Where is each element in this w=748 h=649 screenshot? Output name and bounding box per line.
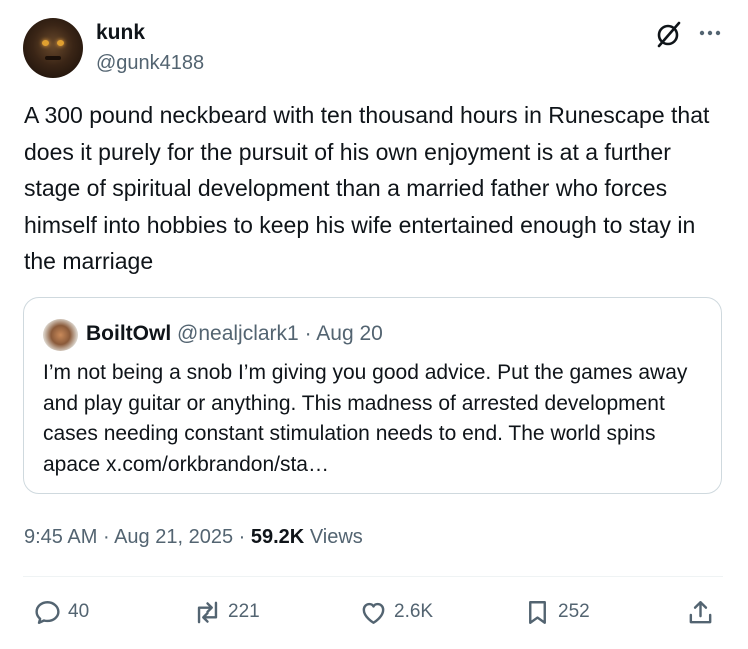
reply-button[interactable]: 40 xyxy=(33,596,89,628)
tweet-text: A 300 pound neckbeard with ten thousand … xyxy=(24,102,710,274)
like-button[interactable]: 2.6K xyxy=(359,596,433,628)
bookmark-button[interactable]: 252 xyxy=(523,596,590,628)
quote-header: BoiltOwl @nealjclark1 · Aug 20 xyxy=(86,320,383,348)
meta-separator: · xyxy=(238,526,246,548)
author-name[interactable]: kunk xyxy=(96,20,145,46)
repost-icon xyxy=(197,601,218,623)
divider xyxy=(23,576,723,577)
author-avatar[interactable] xyxy=(23,18,83,78)
bookmark-icon xyxy=(529,600,546,624)
views-count: 59.2K xyxy=(250,526,305,548)
reply-icon xyxy=(35,600,60,624)
tweet-date[interactable]: Aug 21, 2025 xyxy=(114,526,233,548)
grok-icon[interactable] xyxy=(654,20,684,48)
quote-text: I’m not being a snob I’m giving you good… xyxy=(43,361,688,476)
tweet-meta: 9:45 AM · Aug 21, 2025 · 59.2K Views xyxy=(24,524,363,550)
avatar-eye xyxy=(57,40,64,46)
repost-button[interactable]: 221 xyxy=(193,596,260,628)
quote-author-avatar xyxy=(43,319,78,351)
heart-icon xyxy=(362,602,385,624)
quote-date: Aug 20 xyxy=(316,322,383,345)
reply-count: 40 xyxy=(68,601,90,622)
avatar-eye xyxy=(42,40,49,46)
quote-author-handle: @nealjclark1 xyxy=(177,322,299,345)
views-label: Views xyxy=(309,526,363,548)
quote-author-name: BoiltOwl xyxy=(86,322,172,345)
quoted-tweet[interactable]: BoiltOwl @nealjclark1 · Aug 20 I’m not b… xyxy=(23,297,722,494)
avatar-mouth xyxy=(45,56,61,60)
like-count: 2.6K xyxy=(394,601,434,622)
tweet-time[interactable]: 9:45 AM xyxy=(24,526,97,548)
share-icon xyxy=(689,600,712,623)
author-handle[interactable]: @gunk4188 xyxy=(96,50,204,76)
quote-separator: · xyxy=(304,322,312,345)
bookmark-count: 252 xyxy=(558,601,590,622)
meta-separator: · xyxy=(102,526,110,548)
share-button[interactable] xyxy=(686,596,715,628)
more-icon[interactable] xyxy=(696,21,724,45)
repost-count: 221 xyxy=(228,601,260,622)
